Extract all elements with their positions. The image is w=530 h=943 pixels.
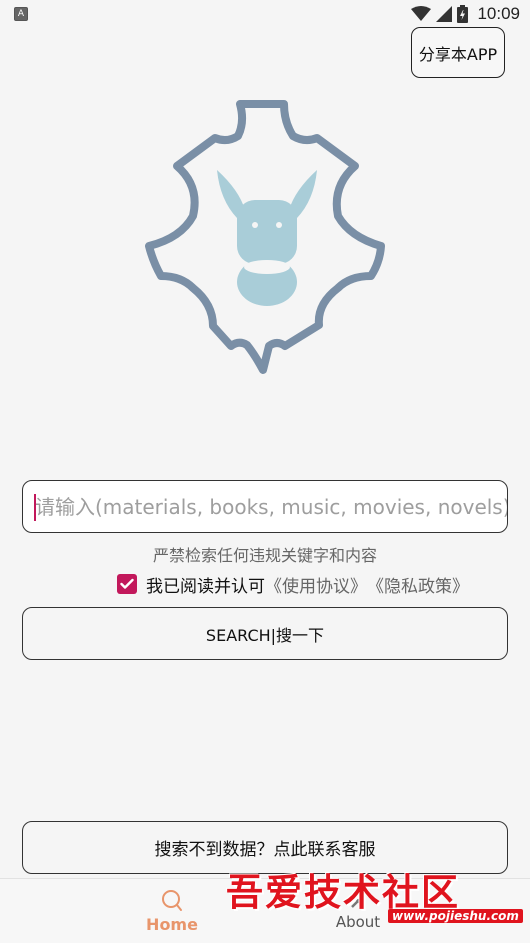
nav-label-about: About bbox=[335, 913, 381, 931]
search-icon bbox=[162, 889, 182, 911]
wifi-icon bbox=[411, 6, 432, 21]
status-time: 10:09 bbox=[477, 4, 520, 23]
donkey-leather-logo bbox=[145, 100, 385, 374]
privacy-link[interactable]: 《隐私政策》 bbox=[367, 572, 469, 597]
search-input[interactable] bbox=[23, 481, 507, 532]
nav-item-home[interactable]: Home bbox=[112, 879, 232, 943]
share-app-button[interactable]: 分享本APP bbox=[411, 27, 505, 78]
notification-app-icon: A bbox=[14, 7, 28, 21]
contact-support-button[interactable]: 搜索不到数据？点此联系客服 bbox=[22, 821, 508, 874]
search-warning-text: 严禁检索任何违规关键字和内容 bbox=[152, 546, 377, 565]
search-button[interactable]: SEARCH|搜一下 bbox=[22, 607, 508, 660]
status-icons: 10:09 bbox=[411, 3, 520, 25]
agreement-row: 我已阅读并认可 《使用协议》 《隐私政策》 bbox=[117, 572, 469, 597]
terms-link[interactable]: 《使用协议》 bbox=[265, 572, 367, 597]
nav-label-home: Home bbox=[146, 914, 198, 934]
agreement-checkbox[interactable] bbox=[117, 574, 137, 594]
bottom-nav: Home About bbox=[0, 878, 530, 943]
cell-signal-icon bbox=[436, 6, 453, 22]
check-icon bbox=[120, 578, 134, 589]
battery-icon bbox=[457, 5, 469, 23]
agreement-text: 我已阅读并认可 bbox=[146, 576, 265, 597]
text-cursor bbox=[34, 494, 36, 521]
nav-item-about[interactable]: About bbox=[298, 879, 418, 943]
status-bar: A 10:09 bbox=[0, 0, 530, 28]
search-input-container[interactable] bbox=[22, 480, 508, 533]
close-icon bbox=[351, 894, 365, 908]
